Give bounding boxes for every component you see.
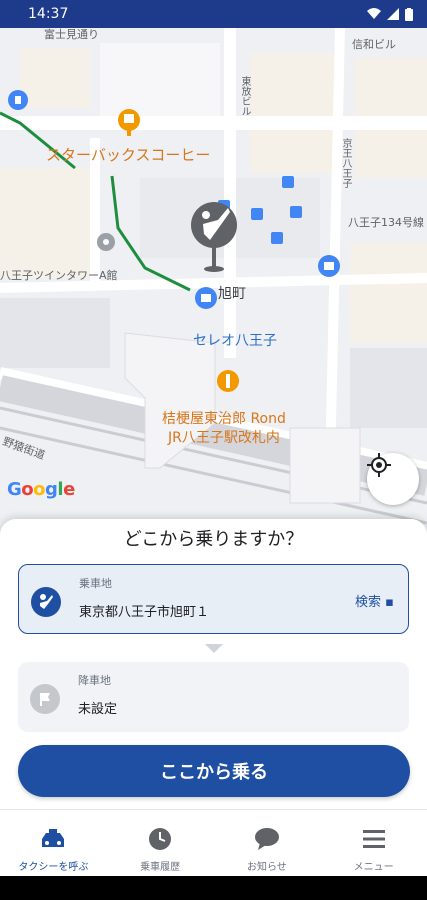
crosshair-icon — [367, 453, 391, 477]
clock-icon — [147, 826, 173, 852]
nav-item-notices[interactable]: お知らせ — [214, 810, 321, 877]
connector-arrow-icon — [205, 644, 223, 653]
battery-icon — [405, 7, 413, 21]
pickup-person-icon — [31, 587, 61, 617]
map-label-twintower: 八王子ツインタワーA館 — [0, 269, 118, 282]
map-label-shinwa: 信和ビル — [352, 38, 396, 51]
signal-icon — [387, 8, 399, 20]
status-bar: 14:37 — [0, 0, 427, 28]
my-location-button[interactable] — [367, 453, 419, 505]
nav-label: お知らせ — [246, 862, 287, 873]
status-time: 14:37 — [28, 6, 69, 22]
nav-label: メニュー — [353, 862, 394, 873]
map-label-asahicho: 旭町 — [218, 286, 246, 302]
google-logo: Google — [7, 479, 75, 500]
poi-shop-marker[interactable] — [318, 255, 340, 277]
bus-stop-icon[interactable] — [271, 232, 283, 244]
pickup-search-link[interactable]: 検索 ▪ — [355, 591, 394, 610]
map-label-fujimi: 富士見通り — [44, 28, 99, 41]
map-label-restaurant1: 桔梗屋東治郎 Rond — [162, 411, 286, 427]
nav-label: タクシーを呼ぶ — [18, 862, 89, 873]
poi-restaurant-marker[interactable] — [217, 370, 239, 392]
sheet-title: どこから乗りますか？ — [123, 529, 304, 550]
nav-item-menu[interactable]: メニュー — [320, 810, 427, 877]
menu-icon — [361, 826, 387, 852]
map-label-hachioji134: 八王子134号線 — [348, 216, 424, 229]
nav-label: 乗車履歴 — [140, 862, 181, 873]
dropoff-value: 未設定 — [78, 702, 118, 717]
poi-twintower-marker[interactable] — [97, 233, 115, 251]
bottom-nav: タクシーを呼ぶ 乗車履歴 お知らせ メニュー — [0, 809, 427, 877]
bus-stop-icon[interactable] — [290, 206, 302, 218]
dropoff-label: 降車地 — [78, 674, 111, 687]
flag-icon — [30, 684, 60, 714]
bus-stop-icon[interactable] — [251, 208, 263, 220]
map-label-higashi: 東放ビル — [239, 76, 250, 116]
pickup-label: 乗車地 — [79, 577, 112, 590]
system-gesture-bar — [0, 876, 427, 900]
bus-stop-icon[interactable] — [282, 176, 294, 188]
pickup-sheet: どこから乗りますか？ 乗車地 東京都八王子市旭町１ 検索 ▪ 降車地 未設定 こ… — [0, 519, 427, 809]
wifi-icon — [367, 8, 381, 19]
map-label-starbucks: スターバックスコーヒー — [46, 146, 211, 164]
nav-item-call-taxi[interactable]: タクシーを呼ぶ — [0, 810, 107, 877]
map-label-kyoto: 京王八王子 — [340, 138, 351, 188]
dropoff-field[interactable]: 降車地 未設定 — [18, 662, 409, 732]
ride-here-button[interactable]: ここから乗る — [18, 745, 410, 797]
map-label-restaurant2: JR八王子駅改札内 — [168, 430, 280, 446]
chat-bubble-icon — [254, 826, 280, 852]
map-background — [0, 28, 427, 540]
poi-celeo-marker[interactable] — [195, 287, 217, 309]
map-view[interactable]: 富士見通り 信和ビル 東放ビル 京王八王子 八王子134号線 スターバックスコー… — [0, 28, 427, 540]
nav-item-history[interactable]: 乗車履歴 — [107, 810, 214, 877]
pickup-address: 東京都八王子市旭町１ — [79, 605, 210, 620]
pickup-field[interactable]: 乗車地 東京都八王子市旭町１ 検索 ▪ — [18, 564, 409, 634]
poi-blue-marker[interactable] — [8, 90, 28, 110]
map-label-celeo: セレオ八王子 — [193, 333, 277, 349]
status-icons — [367, 7, 413, 21]
taxi-icon — [40, 826, 66, 852]
